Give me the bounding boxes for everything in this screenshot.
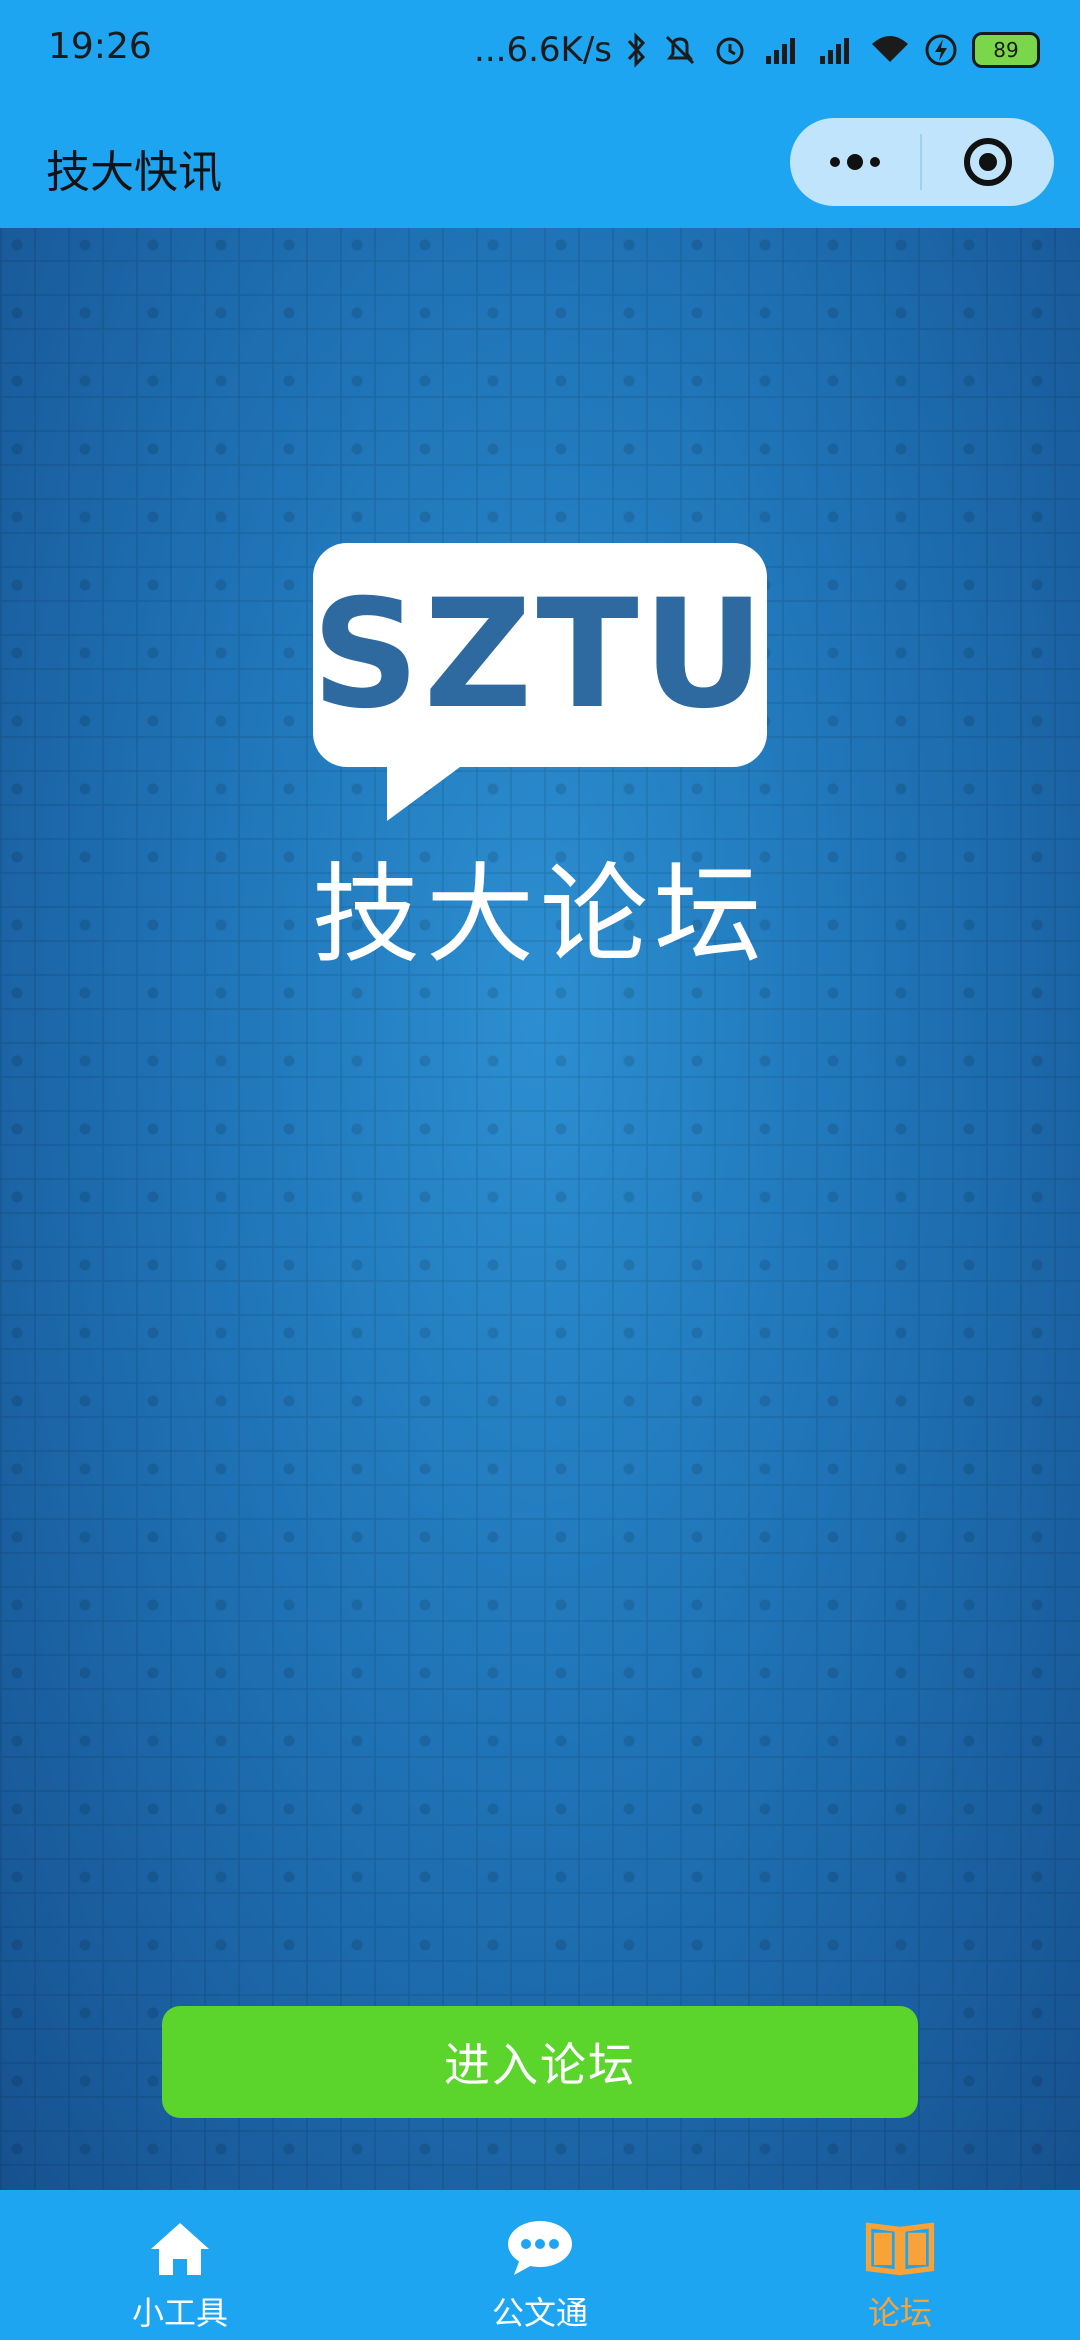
- background-pattern: [0, 228, 1080, 2190]
- network-speed: ...6.6K/s: [474, 30, 612, 70]
- forum-title: 技大论坛: [311, 853, 768, 978]
- enter-forum-button[interactable]: 进入论坛: [162, 2006, 918, 2118]
- close-button[interactable]: [922, 118, 1054, 206]
- logo-bubble-tail: [387, 753, 479, 821]
- status-time: 19:26: [48, 26, 152, 67]
- signal-hd-icon: [762, 32, 802, 68]
- tab-announcements[interactable]: 公文通: [360, 2190, 720, 2340]
- status-bar: 19:26 ...6.6K/s 89: [0, 0, 1080, 100]
- more-button[interactable]: [790, 118, 920, 206]
- logo-speech-bubble: SZTU: [311, 543, 769, 767]
- mute-icon: [662, 32, 698, 68]
- page-title: 技大快讯: [46, 147, 222, 198]
- tab-tools[interactable]: 小工具: [0, 2190, 360, 2340]
- target-close-icon: [964, 138, 1012, 186]
- home-icon: [145, 2216, 215, 2280]
- forum-splash: SZTU 技大论坛 进入论坛: [0, 228, 1080, 2190]
- book-icon: [865, 2216, 935, 2280]
- wifi-icon: [870, 32, 910, 68]
- signal-hd-icon: [816, 32, 856, 68]
- tab-bar: 小工具 公文通 论坛: [0, 2190, 1080, 2340]
- status-icons: ...6.6K/s 89: [474, 22, 1040, 78]
- alarm-icon: [712, 32, 748, 68]
- tab-label: 小工具: [131, 2294, 228, 2332]
- tab-label: 公文通: [491, 2294, 588, 2332]
- logo-text: SZTU: [311, 568, 769, 742]
- capsule-menu: [790, 118, 1054, 206]
- chat-bubble-icon: [505, 2216, 575, 2280]
- bluetooth-icon: [626, 32, 648, 68]
- tab-forum[interactable]: 论坛: [720, 2190, 1080, 2340]
- sztu-logo: SZTU: [311, 543, 769, 821]
- more-dots-icon: [830, 154, 880, 170]
- tab-label: 论坛: [867, 2294, 932, 2332]
- battery-icon: 89: [972, 32, 1040, 68]
- charging-icon: [924, 32, 958, 68]
- title-bar: 技大快讯: [0, 100, 1080, 228]
